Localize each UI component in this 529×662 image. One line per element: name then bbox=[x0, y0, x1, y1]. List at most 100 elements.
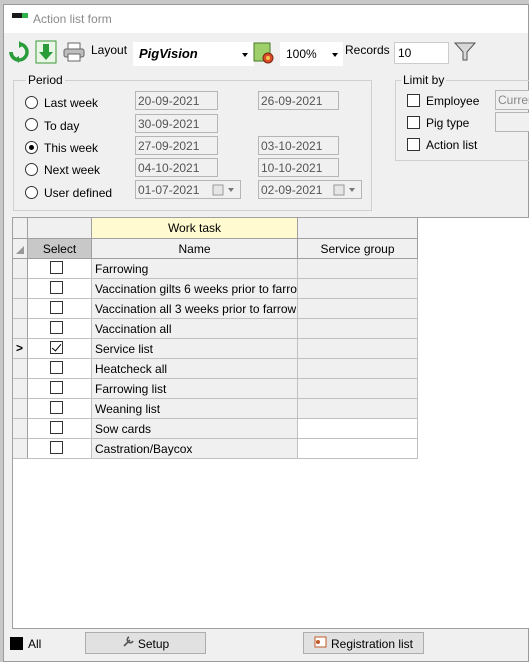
calendar-icon[interactable] bbox=[212, 184, 238, 196]
task-name-cell: Weaning list bbox=[92, 399, 298, 419]
row-indicator[interactable] bbox=[13, 379, 28, 399]
radio-next-week[interactable] bbox=[25, 163, 38, 176]
layout-value: PigVision bbox=[139, 46, 198, 61]
row-checkbox[interactable] bbox=[50, 441, 63, 454]
radio-label-last-week: Last week bbox=[44, 96, 99, 110]
records-value: 10 bbox=[398, 46, 412, 60]
select-cell bbox=[28, 259, 92, 279]
filter-icon[interactable] bbox=[453, 42, 477, 64]
user-defined-from: 01-07-2021 bbox=[138, 183, 200, 197]
layout-label: Layout bbox=[91, 43, 128, 57]
calendar-icon[interactable] bbox=[333, 184, 359, 196]
registration-list-button[interactable]: Registration list bbox=[303, 632, 424, 654]
task-name-cell: Heatcheck all bbox=[92, 359, 298, 379]
row-indicator[interactable] bbox=[13, 359, 28, 379]
table-row[interactable]: Castration/Baycox bbox=[13, 439, 418, 459]
row-indicator[interactable] bbox=[13, 399, 28, 419]
task-name-cell: Service list bbox=[92, 339, 298, 359]
column-select[interactable]: Select bbox=[28, 239, 92, 259]
select-cell bbox=[28, 359, 92, 379]
service-group-cell[interactable] bbox=[298, 279, 418, 299]
zoom-select[interactable]: 100% bbox=[280, 42, 343, 66]
table-row[interactable]: Heatcheck all bbox=[13, 359, 418, 379]
next-week-from: 04-10-2021 bbox=[135, 158, 218, 177]
this-week-from: 27-09-2021 bbox=[135, 136, 218, 155]
all-checkbox[interactable] bbox=[10, 637, 23, 650]
row-checkbox[interactable] bbox=[50, 301, 63, 314]
task-name-cell: Castration/Baycox bbox=[92, 439, 298, 459]
action-list-window: Action list form Layout PigVision 100% R… bbox=[3, 4, 529, 662]
row-header-corner bbox=[13, 239, 28, 259]
pig-type-checkbox[interactable] bbox=[407, 116, 420, 129]
action-list-checkbox[interactable] bbox=[407, 138, 420, 151]
download-icon[interactable] bbox=[35, 40, 57, 64]
service-group-cell[interactable] bbox=[298, 259, 418, 279]
service-group-cell[interactable] bbox=[298, 299, 418, 319]
row-checkbox[interactable] bbox=[50, 281, 63, 294]
select-cell bbox=[28, 319, 92, 339]
table-row[interactable]: Vaccination all bbox=[13, 319, 418, 339]
row-checkbox[interactable] bbox=[50, 421, 63, 434]
last-week-to: 26-09-2021 bbox=[258, 91, 339, 110]
employee-checkbox[interactable] bbox=[407, 94, 420, 107]
period-title: Period bbox=[26, 73, 65, 87]
row-checkbox[interactable] bbox=[50, 321, 63, 334]
service-group-cell[interactable] bbox=[298, 339, 418, 359]
service-group-cell[interactable] bbox=[298, 399, 418, 419]
user-defined-to: 02-09-2021 bbox=[261, 183, 323, 197]
task-name-cell: Vaccination all 3 weeks prior to farrow bbox=[92, 299, 298, 319]
row-checkbox[interactable] bbox=[50, 341, 63, 354]
table-row[interactable]: Vaccination all 3 weeks prior to farrow bbox=[13, 299, 418, 319]
table-row[interactable]: Farrowing bbox=[13, 259, 418, 279]
action-list-label: Action list bbox=[426, 138, 478, 152]
setup-button[interactable]: Setup bbox=[85, 632, 206, 654]
row-indicator[interactable] bbox=[13, 419, 28, 439]
layout-select[interactable]: PigVision bbox=[133, 42, 254, 66]
radio-user-defined[interactable] bbox=[25, 186, 38, 199]
row-indicator[interactable] bbox=[13, 439, 28, 459]
layout-settings-icon[interactable] bbox=[253, 41, 275, 64]
row-checkbox[interactable] bbox=[50, 401, 63, 414]
radio-label-next-week: Next week bbox=[44, 163, 101, 177]
column-name[interactable]: Name bbox=[92, 239, 298, 259]
registration-icon bbox=[314, 636, 327, 651]
table-row[interactable]: Sow cards bbox=[13, 419, 418, 439]
all-label: All bbox=[28, 637, 42, 651]
refresh-icon[interactable] bbox=[8, 41, 30, 63]
select-cell bbox=[28, 379, 92, 399]
user-defined-to-picker[interactable]: 02-09-2021 bbox=[258, 180, 362, 199]
table-row[interactable]: Weaning list bbox=[13, 399, 418, 419]
task-name-cell: Farrowing bbox=[92, 259, 298, 279]
records-input[interactable]: 10 bbox=[394, 42, 449, 64]
service-group-cell[interactable] bbox=[298, 319, 418, 339]
radio-last-week[interactable] bbox=[25, 96, 38, 109]
row-checkbox[interactable] bbox=[50, 361, 63, 374]
next-week-to: 10-10-2021 bbox=[258, 158, 339, 177]
service-group-cell[interactable] bbox=[298, 379, 418, 399]
row-indicator[interactable] bbox=[13, 299, 28, 319]
column-service-group[interactable]: Service group bbox=[298, 239, 418, 259]
records-label: Records bbox=[345, 43, 390, 57]
table-row[interactable]: Vaccination gilts 6 weeks prior to farro… bbox=[13, 279, 418, 299]
row-checkbox[interactable] bbox=[50, 381, 63, 394]
chevron-down-icon bbox=[332, 53, 338, 57]
user-defined-from-picker[interactable]: 01-07-2021 bbox=[135, 180, 241, 199]
service-group-cell[interactable] bbox=[298, 439, 418, 459]
select-cell bbox=[28, 439, 92, 459]
radio-label-user-defined: User defined bbox=[44, 186, 113, 200]
service-group-cell[interactable] bbox=[298, 419, 418, 439]
print-icon[interactable] bbox=[63, 42, 85, 64]
select-cell bbox=[28, 419, 92, 439]
row-indicator[interactable] bbox=[13, 259, 28, 279]
row-indicator[interactable] bbox=[13, 319, 28, 339]
row-indicator[interactable] bbox=[13, 279, 28, 299]
row-indicator[interactable]: > bbox=[13, 339, 28, 359]
row-checkbox[interactable] bbox=[50, 261, 63, 274]
radio-this-week[interactable] bbox=[25, 141, 38, 154]
table-row[interactable]: Farrowing list bbox=[13, 379, 418, 399]
task-name-cell: Vaccination all bbox=[92, 319, 298, 339]
radio-today[interactable] bbox=[25, 118, 38, 131]
table-row[interactable]: > Service list bbox=[13, 339, 418, 359]
work-task-grid: Work task Select Name Service group Farr… bbox=[12, 217, 529, 629]
service-group-cell[interactable] bbox=[298, 359, 418, 379]
